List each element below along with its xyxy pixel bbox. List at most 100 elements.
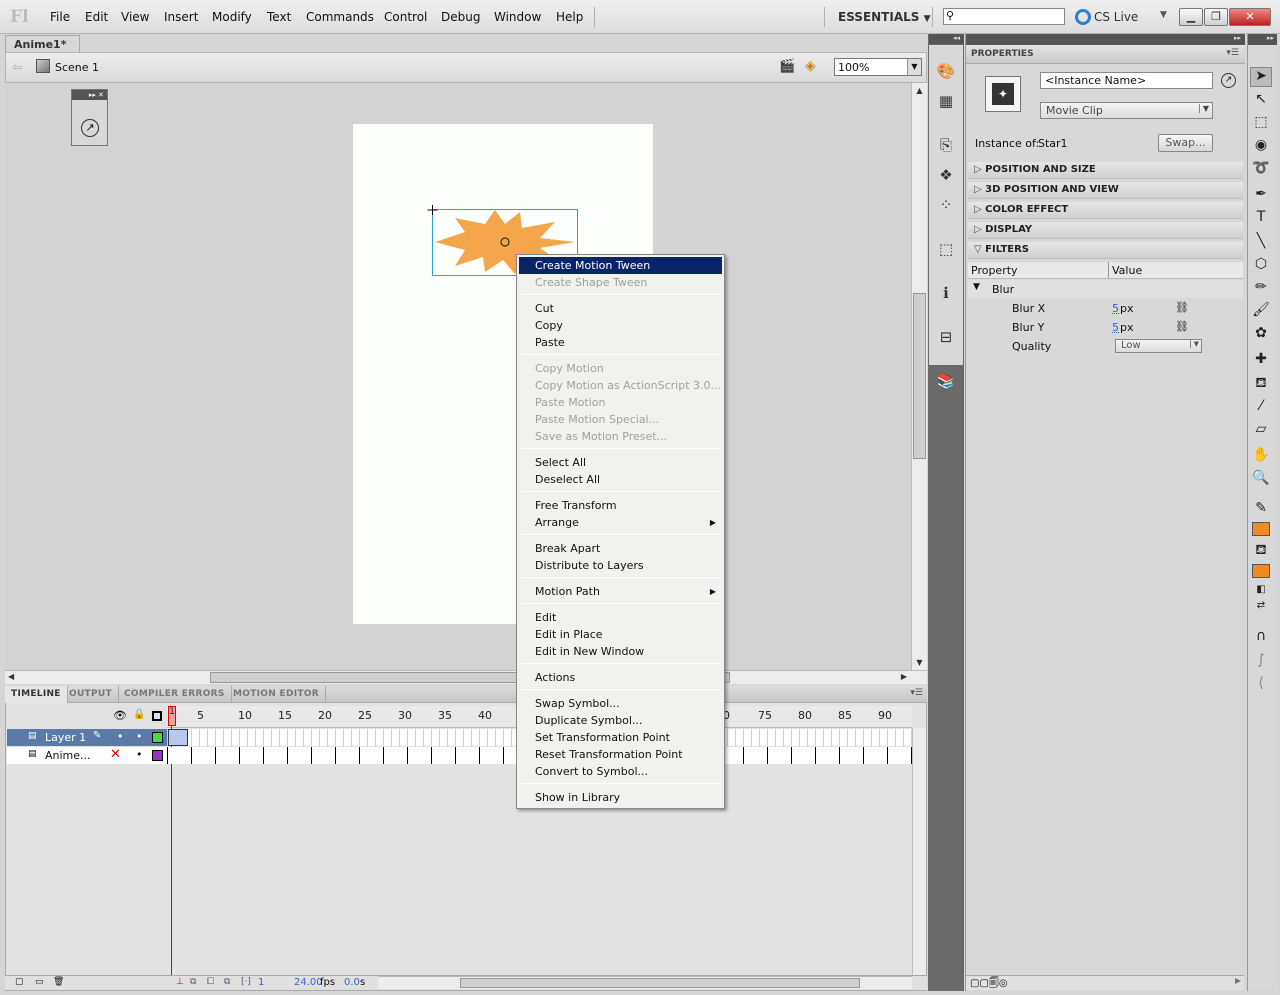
motion-presets-icon[interactable]: ↗ [81,119,99,137]
menu-file[interactable]: File [50,10,70,24]
selection-tool-icon[interactable]: ➤ [1250,67,1272,87]
expand-icon[interactable]: ▸▸ [966,34,1245,45]
symbol-type-select[interactable]: Movie Clip ▼ [1040,102,1213,119]
swap-colors-icon[interactable]: ⇄ [1250,600,1272,620]
context-item-motion-path[interactable]: Motion Path ▶ [519,583,722,600]
center-frame-icon[interactable]: ⊥ [176,977,184,987]
edit-scene-icon[interactable]: 🎬 [779,59,795,74]
pen-tool-icon[interactable]: ✒ [1250,186,1272,206]
scroll-down-icon[interactable]: ▼ [912,658,927,667]
selected-keyframe[interactable] [168,729,188,746]
stroke-color-swatch[interactable] [1252,522,1270,536]
menu-window[interactable]: Window [494,10,541,24]
add-filter-icon[interactable]: ▢▢🗐◎ [970,976,1008,993]
section-filters[interactable]: ▽ FILTERS [968,242,1243,259]
panel-menu-icon[interactable]: ▾☰ [910,688,923,698]
section-display[interactable]: ▷ DISPLAY [968,222,1243,239]
section-position-and-size[interactable]: ▷ POSITION AND SIZE [968,162,1243,179]
new-layer-icon[interactable]: ▢ [15,977,24,987]
menu-commands[interactable]: Commands [306,10,374,24]
3d-rotation-tool-icon[interactable]: ◉ [1250,137,1272,157]
eye-icon[interactable]: 👁 [113,709,127,722]
link-icon[interactable]: ⛓ [1175,320,1189,333]
text-tool-icon[interactable]: T [1250,209,1272,229]
context-item-create-motion-tween[interactable]: Create Motion Tween [519,257,722,274]
panel-header[interactable]: ▸▸ ✕ [72,90,107,100]
menu-help[interactable]: Help [556,10,583,24]
visible-dot-icon[interactable]: • [117,730,124,743]
current-frame[interactable]: 1 [258,977,264,988]
context-item-convert-to-symbol[interactable]: Convert to Symbol... [519,763,722,780]
menu-text[interactable]: Text [267,10,291,24]
section-3d-position-and-view[interactable]: ▷ 3D POSITION AND VIEW [968,182,1243,199]
edit-multiple-frames-icon[interactable]: ⧉ [224,977,230,987]
close-button[interactable]: ✕ [1229,8,1271,26]
context-item-deselect-all[interactable]: Deselect All [519,471,722,488]
tab-timeline[interactable]: TIMELINE [5,686,68,703]
onion-outline-icon[interactable]: ⧠ [207,977,214,987]
timeline-vertical-scrollbar[interactable] [912,728,926,976]
hidden-x-icon[interactable]: ✕ [110,747,121,762]
context-item-reset-transformation-point[interactable]: Reset Transformation Point [519,746,722,763]
subselection-tool-icon[interactable]: ↖ [1250,91,1272,111]
panel-menu-icon[interactable]: ▾☰ [1226,48,1239,58]
context-item-free-transform[interactable]: Free Transform [519,497,722,514]
layer-color-swatch[interactable] [152,750,163,761]
scroll-left-icon[interactable]: ◀ [8,672,14,681]
cs-live-button[interactable]: CS Live [1094,10,1138,24]
expand-triangle-icon[interactable]: ▼ [973,282,980,292]
filter-blur-row[interactable]: ▼ Blur [968,280,1243,298]
workspace-switcher[interactable]: ESSENTIALS ▼ [838,10,931,24]
lasso-tool-icon[interactable]: ➰ [1250,160,1272,180]
eyedropper-tool-icon[interactable]: ⁄ [1250,398,1272,418]
deco-tool-icon[interactable]: ✿ [1250,325,1272,345]
layer-row[interactable]: ▤ Anime... ✕ • [7,747,167,764]
tab-motion-editor[interactable]: MOTION EDITOR [227,686,326,703]
context-item-break-apart[interactable]: Break Apart [519,540,722,557]
layer-color-swatch[interactable] [152,732,163,743]
align-panel-icon[interactable]: ⊟ [935,328,957,350]
scroll-thumb[interactable] [913,293,926,459]
quality-select[interactable]: Low ▼ [1115,339,1202,353]
menu-control[interactable]: Control [384,10,427,24]
swap-button[interactable]: Swap... [1158,134,1213,152]
zoom-tool-icon[interactable]: 🔍 [1250,470,1272,490]
modify-markers-icon[interactable]: [·] [241,977,251,987]
restore-button[interactable]: ❐ [1204,8,1228,26]
stage-horizontal-scrollbar[interactable]: ◀ ▶ [5,670,927,684]
section-color-effect[interactable]: ▷ COLOR EFFECT [968,202,1243,219]
menu-edit[interactable]: Edit [85,10,108,24]
stage-vertical-scrollbar[interactable]: ▲ ▼ [911,83,927,670]
context-item-select-all[interactable]: Select All [519,454,722,471]
back-arrow-icon[interactable]: ⇦ [12,60,22,74]
layer-row-selected[interactable]: ▤ Layer 1 ✎ • • [7,729,167,746]
scroll-right-icon[interactable]: ▶ [901,672,907,681]
context-item-paste[interactable]: Paste [519,334,722,351]
lock-icon[interactable]: 🔒 [133,709,145,720]
timeline-horizontal-scrollbar[interactable] [378,976,912,989]
delete-layer-icon[interactable]: 🗑 [53,977,64,987]
tab-compiler-errors[interactable]: COMPILER ERRORS [118,686,232,703]
playhead[interactable]: 1 [168,706,176,726]
brush-tool-icon[interactable]: 🖌 [1250,302,1272,322]
menu-debug[interactable]: Debug [441,10,480,24]
context-item-copy[interactable]: Copy [519,317,722,334]
context-item-edit-in-new-window[interactable]: Edit in New Window [519,643,722,660]
motion-presets-icon[interactable]: ⁘ [935,196,957,218]
minimize-button[interactable]: ▁ [1179,8,1203,26]
blur-y-value[interactable]: 5 [1112,321,1119,334]
zoom-select[interactable]: 100% ▼ [834,58,922,76]
scroll-up-icon[interactable]: ▲ [912,86,927,95]
symbol-edit-icon[interactable]: ↗ [1221,73,1236,88]
align-icon[interactable]: ⎘ [935,136,957,158]
context-item-distribute-to-layers[interactable]: Distribute to Layers [519,557,722,574]
stroke-color-icon[interactable]: ✎ [1250,500,1272,520]
instance-name-input[interactable]: <Instance Name> [1040,72,1213,89]
context-item-swap-symbol[interactable]: Swap Symbol... [519,695,722,712]
transform-icon[interactable]: ⬚ [935,240,957,262]
new-folder-icon[interactable]: ▭ [35,977,44,987]
eraser-tool-icon[interactable]: ▱ [1250,421,1272,441]
link-icon[interactable]: ⛓ [1175,301,1189,314]
elapsed-time[interactable]: 0.0 [344,977,360,988]
fill-color-swatch[interactable] [1252,564,1270,578]
